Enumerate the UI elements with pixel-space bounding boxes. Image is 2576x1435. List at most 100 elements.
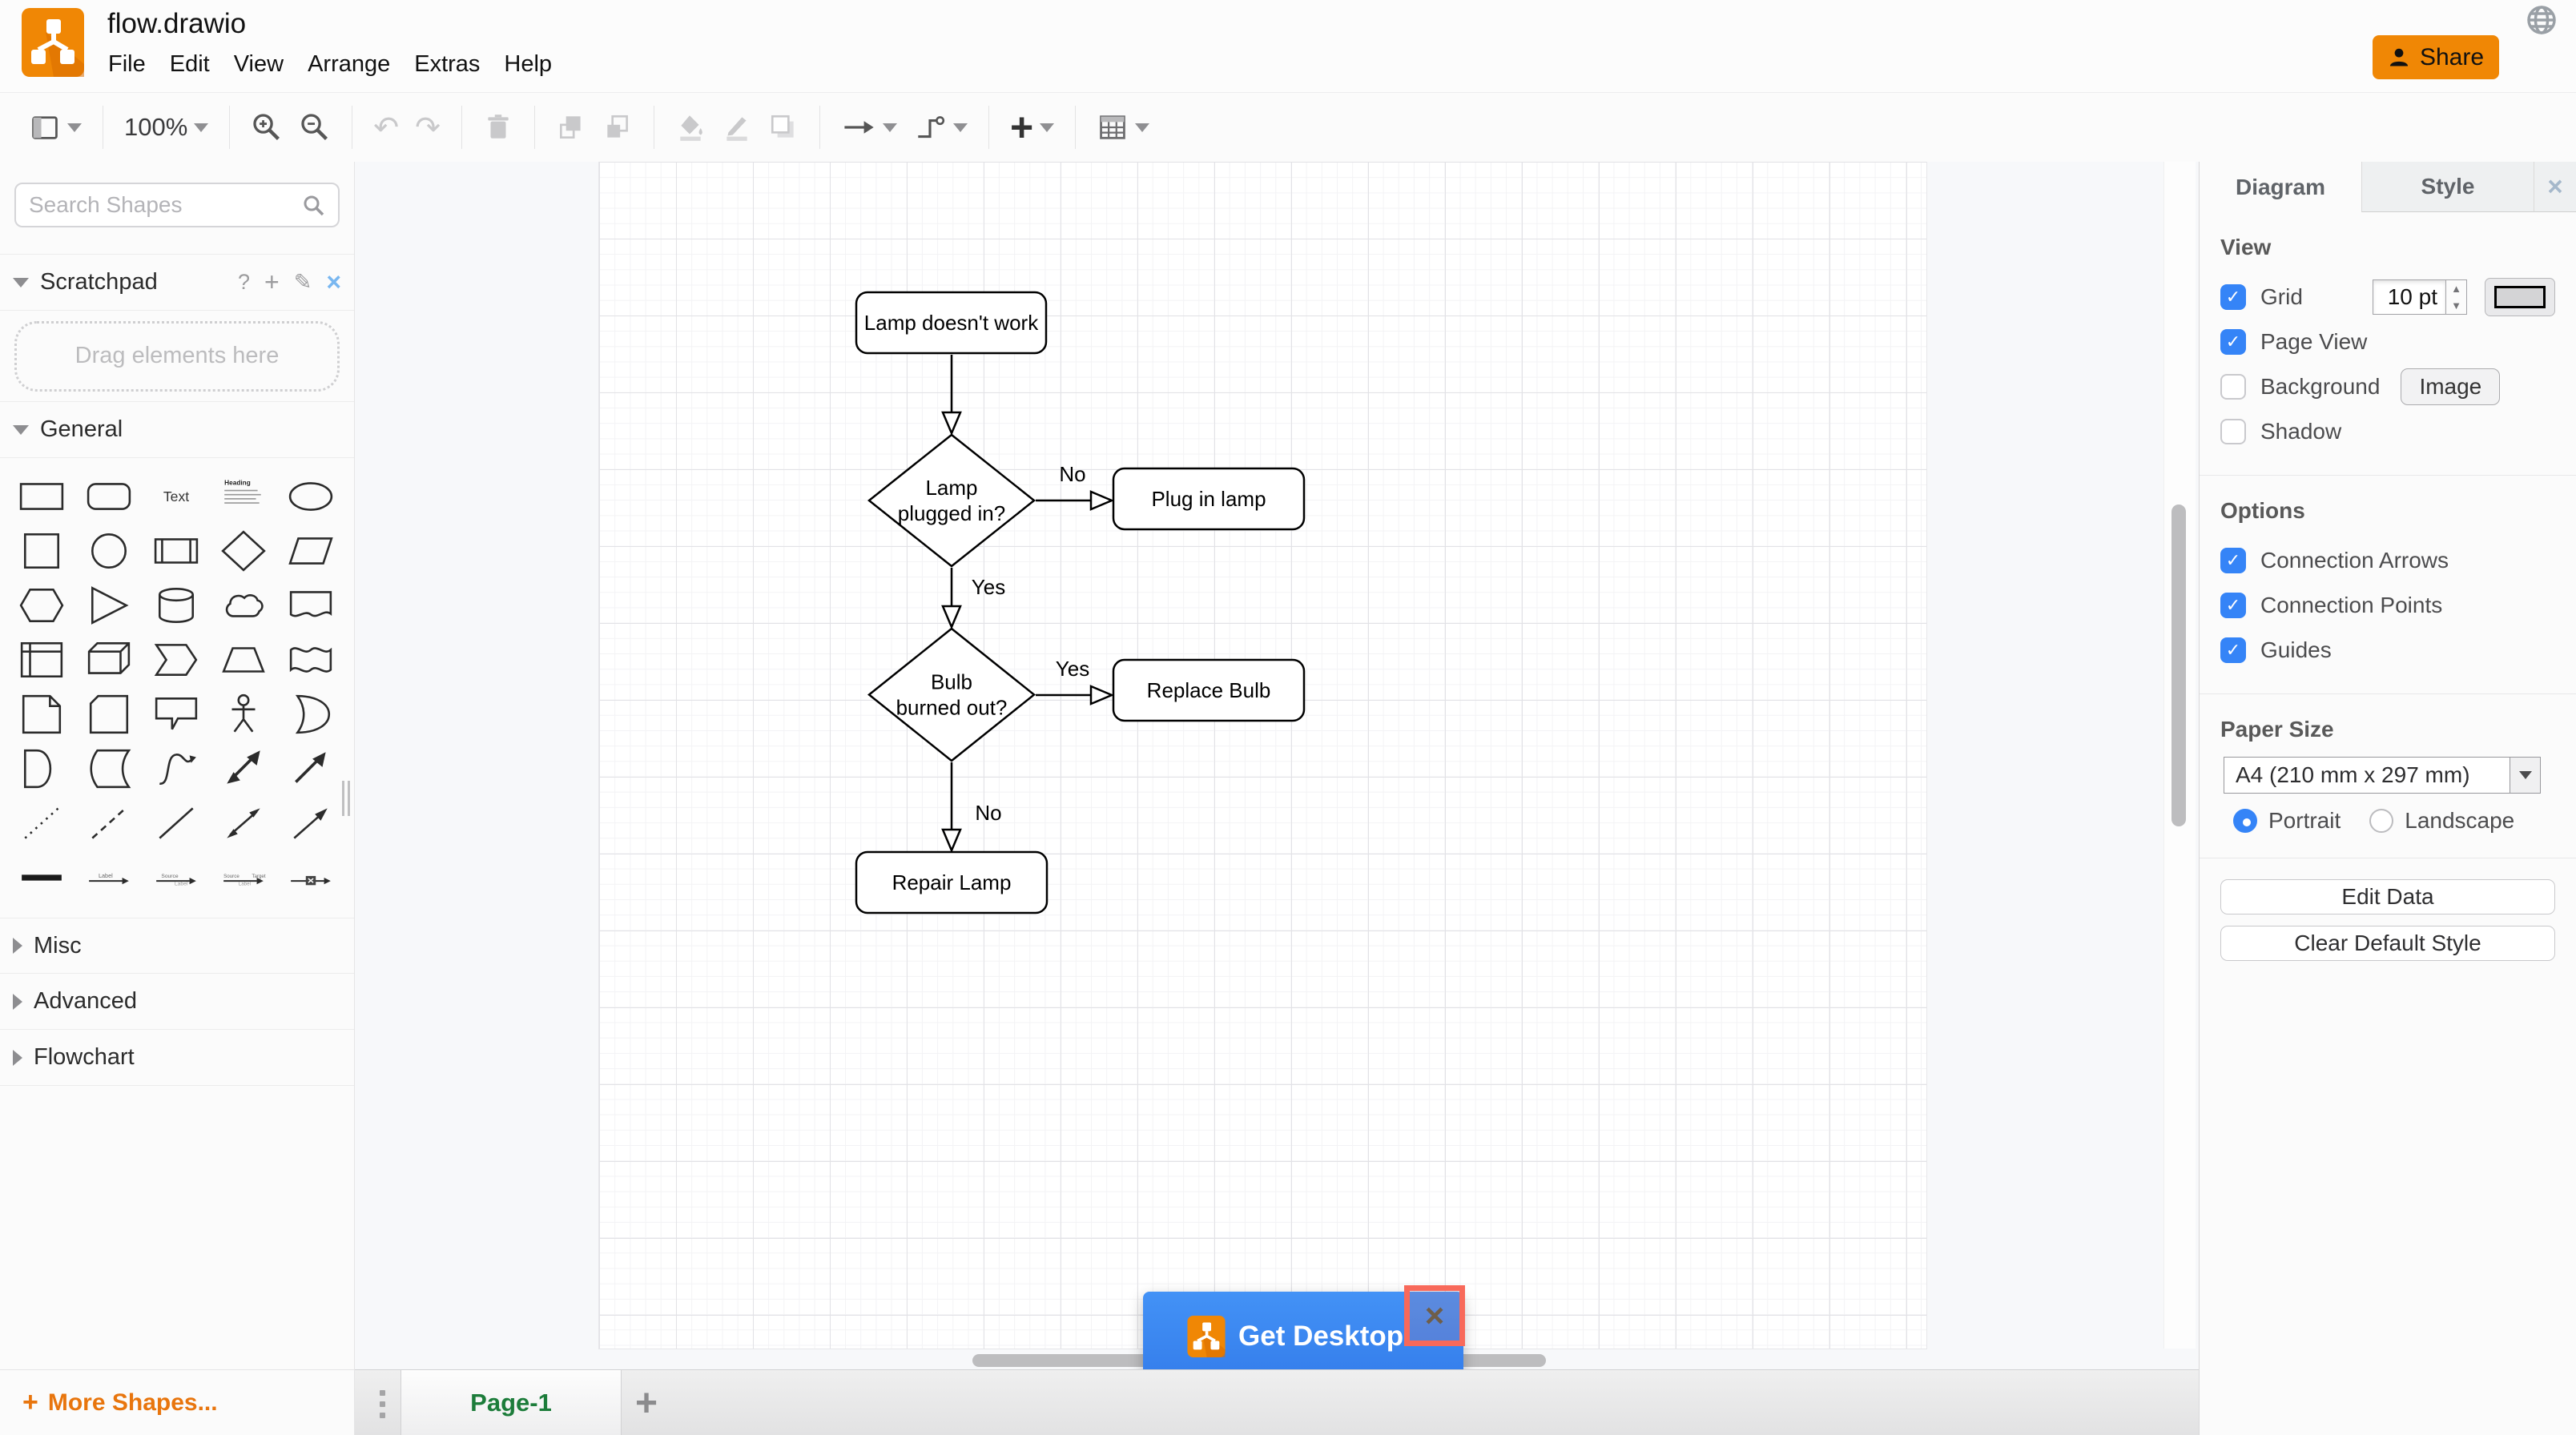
close-icon[interactable]: × [1425, 1299, 1445, 1332]
table-button[interactable] [1089, 108, 1157, 147]
vertical-scrollbar-thumb[interactable] [2171, 504, 2186, 826]
section-flowchart[interactable]: Flowchart [0, 1030, 354, 1086]
shadow-button[interactable] [760, 109, 807, 146]
section-misc[interactable]: Misc [0, 918, 354, 974]
to-front-button[interactable] [548, 109, 594, 146]
scratchpad-dropzone[interactable]: Drag elements here [14, 320, 340, 392]
share-button[interactable]: Share [2373, 35, 2499, 79]
to-back-button[interactable] [594, 109, 641, 146]
shape-hexagon[interactable] [12, 581, 71, 630]
grid-size-input[interactable]: 10 pt [2373, 279, 2446, 315]
shape-diamond[interactable] [214, 526, 273, 576]
shape-internal-storage[interactable] [12, 635, 71, 685]
shadow-checkbox[interactable] [2220, 419, 2246, 444]
shape-step[interactable] [147, 635, 206, 685]
tab-diagram[interactable]: Diagram [2200, 162, 2361, 212]
fill-color-button[interactable] [667, 109, 714, 146]
grid-checkbox[interactable]: ✓ [2220, 284, 2246, 310]
menu-arrange[interactable]: Arrange [296, 46, 402, 82]
edit-data-button[interactable]: Edit Data [2220, 879, 2555, 914]
shape-bidirectional-connector[interactable] [214, 798, 273, 848]
section-general[interactable]: General [0, 402, 354, 458]
connection-points-checkbox[interactable]: ✓ [2220, 593, 2246, 618]
shape-document[interactable] [281, 581, 340, 630]
help-icon[interactable]: ? [238, 270, 250, 295]
shape-box-arrow[interactable] [281, 853, 340, 902]
shape-cylinder[interactable] [147, 581, 206, 630]
shape-callout[interactable] [147, 689, 206, 739]
connection-arrows-checkbox[interactable]: ✓ [2220, 548, 2246, 573]
menu-extras[interactable]: Extras [402, 46, 492, 82]
edit-pencil-icon[interactable]: ✎ [294, 270, 312, 295]
shape-process[interactable] [147, 526, 206, 576]
add-icon[interactable]: + [264, 267, 280, 297]
drawing-page[interactable] [599, 162, 1926, 1349]
delete-button[interactable] [475, 109, 521, 146]
menu-edit[interactable]: Edit [158, 46, 222, 82]
shape-triangle[interactable] [79, 581, 139, 630]
menu-help[interactable]: Help [492, 46, 564, 82]
grid-color-button[interactable] [2485, 278, 2555, 316]
shape-actor[interactable] [214, 689, 273, 739]
shape-data-storage[interactable] [79, 744, 139, 794]
shape-source-target-arrow[interactable]: Source Label Target [214, 853, 273, 902]
tab-style[interactable]: Style [2361, 162, 2534, 212]
more-shapes-button[interactable]: + More Shapes... [0, 1369, 355, 1435]
page-view-checkbox[interactable]: ✓ [2220, 329, 2246, 355]
guides-checkbox[interactable]: ✓ [2220, 637, 2246, 663]
line-color-button[interactable] [714, 109, 760, 146]
add-page-button[interactable]: + [622, 1370, 671, 1435]
shape-circle[interactable] [79, 526, 139, 576]
banner-title[interactable]: Get Desktop [1238, 1320, 1403, 1353]
close-icon[interactable]: × [326, 267, 341, 297]
zoom-level-button[interactable]: 100% [116, 110, 216, 145]
undo-button[interactable]: ↶ [365, 109, 407, 146]
language-globe-icon[interactable] [2525, 3, 2558, 37]
shape-rectangle[interactable] [12, 472, 71, 521]
zoom-in-button[interactable] [243, 108, 291, 147]
sidebar-resize-handle[interactable] [342, 781, 353, 816]
section-advanced[interactable]: Advanced [0, 974, 354, 1030]
connection-style-button[interactable] [833, 108, 905, 147]
scratchpad-header[interactable]: Scratchpad ? + ✎ × [0, 255, 354, 311]
background-image-button[interactable]: Image [2401, 368, 2501, 405]
shape-trapezoid[interactable] [214, 635, 273, 685]
background-checkbox[interactable] [2220, 374, 2246, 400]
shape-rounded-rectangle[interactable] [79, 472, 139, 521]
shape-cloud[interactable] [214, 581, 273, 630]
diagram-canvas[interactable]: No Yes Yes No Lamp doesn't work Lamp plugged i… [355, 162, 2199, 1369]
shape-ellipse[interactable] [281, 472, 340, 521]
shape-note[interactable] [12, 689, 71, 739]
shape-label-arrow[interactable]: Label [79, 853, 139, 902]
close-panel-icon[interactable]: × [2534, 162, 2576, 212]
menu-file[interactable]: File [96, 46, 158, 82]
shape-dotted-line[interactable] [12, 798, 71, 848]
insert-button[interactable]: + [1002, 107, 1062, 147]
shape-tape[interactable] [281, 635, 340, 685]
shape-curve[interactable] [147, 744, 206, 794]
shape-textbox[interactable]: Heading [214, 472, 273, 521]
shape-directional-connector[interactable] [281, 798, 340, 848]
shape-cube[interactable] [79, 635, 139, 685]
page-tab-1[interactable]: Page-1 [400, 1370, 622, 1435]
shape-card[interactable] [79, 689, 139, 739]
zoom-out-button[interactable] [291, 108, 339, 147]
banner-close-highlight[interactable]: × [1404, 1285, 1465, 1346]
search-input[interactable]: Search Shapes [14, 183, 340, 227]
shape-source-label-arrow[interactable]: Source Label [147, 853, 206, 902]
waypoints-button[interactable] [905, 108, 976, 147]
pages-menu-icon[interactable] [368, 1383, 396, 1425]
shape-arrow[interactable] [281, 744, 340, 794]
view-panels-button[interactable] [21, 108, 90, 147]
portrait-radio[interactable] [2233, 809, 2257, 833]
landscape-radio[interactable] [2369, 809, 2394, 833]
menu-view[interactable]: View [222, 46, 296, 82]
shape-parallelogram[interactable] [281, 526, 340, 576]
shape-link[interactable] [12, 853, 71, 902]
shape-dashed-line[interactable] [79, 798, 139, 848]
shape-text[interactable]: Text [147, 472, 206, 521]
shape-bidirectional-arrow[interactable] [214, 744, 273, 794]
shape-and[interactable] [12, 744, 71, 794]
shape-line[interactable] [147, 798, 206, 848]
paper-size-select[interactable]: A4 (210 mm x 297 mm) [2224, 757, 2541, 794]
